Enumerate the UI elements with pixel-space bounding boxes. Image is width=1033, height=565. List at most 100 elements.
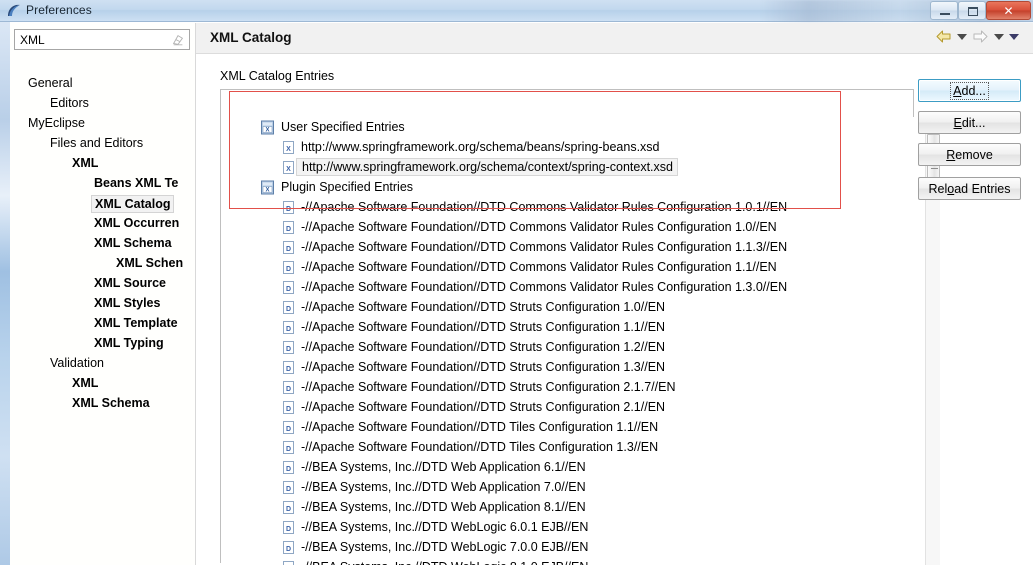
edit-button-suffix: dit... xyxy=(961,115,986,130)
dtd-entry-icon: D xyxy=(283,200,294,214)
catalog-entry-row[interactable]: X User Specified Entries xyxy=(232,117,924,137)
preferences-tree[interactable]: General Editors MyEclipse Files and Editors… xyxy=(10,56,195,561)
catalog-entry-row[interactable]: D -//Apache Software Foundation//DTD Comm… xyxy=(232,217,924,237)
minimize-button[interactable] xyxy=(930,1,958,20)
sidebar-item-label: General xyxy=(28,76,73,90)
sidebar-item-xml-schema[interactable]: XML Schema xyxy=(10,233,195,253)
sidebar-item-files-and-editors[interactable]: Files and Editors xyxy=(10,133,195,153)
catalog-entry-row[interactable]: D -//BEA Systems, Inc.//DTD Web Applicati… xyxy=(232,457,924,477)
view-menu-caret-icon[interactable] xyxy=(1009,33,1019,40)
sidebar-item-xml[interactable]: XML xyxy=(10,153,195,173)
forward-dropdown-caret-icon[interactable] xyxy=(994,33,1004,40)
catalog-entry-row[interactable]: D -//Apache Software Foundation//DTD Tile… xyxy=(232,437,924,457)
sidebar-item-label: XML Template xyxy=(94,316,178,330)
catalog-entry-label: http://www.springframework.org/schema/co… xyxy=(296,158,678,176)
catalog-entry-label: -//Apache Software Foundation//DTD Commo… xyxy=(301,280,788,294)
catalog-entry-row[interactable]: D -//Apache Software Foundation//DTD Stru… xyxy=(232,397,924,417)
sidebar-item-label: Beans XML Te xyxy=(94,176,179,190)
add-button-mnemonic: A xyxy=(953,83,962,98)
sidebar-item-label: Files and Editors xyxy=(50,136,144,150)
svg-text:D: D xyxy=(286,226,291,233)
maximize-button[interactable] xyxy=(958,1,986,20)
svg-text:D: D xyxy=(286,526,291,533)
catalog-entry-label: -//Apache Software Foundation//DTD Strut… xyxy=(301,360,666,374)
close-button[interactable]: ✕ xyxy=(986,1,1031,20)
svg-text:X: X xyxy=(265,127,269,133)
catalog-entry-label: -//Apache Software Foundation//DTD Tiles… xyxy=(301,420,659,434)
dtd-entry-icon: D xyxy=(283,440,294,454)
catalog-entry-row[interactable]: D -//BEA Systems, Inc.//DTD Web Applicati… xyxy=(232,477,924,497)
sidebar-item-label: XML xyxy=(72,376,99,390)
catalog-entry-row[interactable]: D -//Apache Software Foundation//DTD Stru… xyxy=(232,337,924,357)
sidebar-item-xml-occurren[interactable]: XML Occurren xyxy=(10,213,195,233)
sidebar-item-xml-source[interactable]: XML Source xyxy=(10,273,195,293)
add-button[interactable]: Add... xyxy=(918,79,1021,102)
catalog-entry-label: -//Apache Software Foundation//DTD Commo… xyxy=(301,200,788,214)
sidebar-item-label: XML Schema xyxy=(72,396,150,410)
sidebar-item-xml-schema[interactable]: XML Schema xyxy=(10,393,195,413)
catalog-entry-row[interactable]: D -//Apache Software Foundation//DTD Stru… xyxy=(232,357,924,377)
catalog-entry-row[interactable]: X Plugin Specified Entries xyxy=(232,177,924,197)
catalog-entry-row[interactable]: D -//Apache Software Foundation//DTD Comm… xyxy=(232,257,924,277)
sidebar-item-label: XML Occurren xyxy=(94,216,180,230)
sidebar-item-xml[interactable]: XML xyxy=(10,373,195,393)
catalog-entry-row[interactable]: D -//BEA Systems, Inc.//DTD WebLogic 7.0.… xyxy=(232,537,924,557)
remove-button[interactable]: Remove xyxy=(918,143,1021,166)
catalog-entries-list[interactable]: X User Specified Entries Xhttp://www.sprin… xyxy=(232,117,924,565)
catalog-entry-row[interactable]: D -//Apache Software Foundation//DTD Stru… xyxy=(232,317,924,337)
catalog-entry-row[interactable]: D -//Apache Software Foundation//DTD Comm… xyxy=(232,237,924,257)
filter-search-box[interactable] xyxy=(14,29,190,50)
sidebar-item-editors[interactable]: Editors xyxy=(10,93,195,113)
dtd-entry-icon: D xyxy=(283,340,294,354)
catalog-entry-row[interactable]: D -//Apache Software Foundation//DTD Tile… xyxy=(232,417,924,437)
sidebar-item-label: XML Typing xyxy=(94,336,164,350)
sidebar-item-label: MyEclipse xyxy=(28,116,85,130)
eclipse-icon xyxy=(8,4,20,16)
sidebar-item-beans-xml-te[interactable]: Beans XML Te xyxy=(10,173,195,193)
catalog-entry-row[interactable]: D -//BEA Systems, Inc.//DTD WebLogic 6.0.… xyxy=(232,517,924,537)
clear-filter-icon[interactable] xyxy=(171,33,185,47)
window-title: Preferences xyxy=(26,3,92,17)
catalog-entry-label: -//BEA Systems, Inc.//DTD Web Applicatio… xyxy=(301,500,586,514)
sidebar-item-xml-typing[interactable]: XML Typing xyxy=(10,333,195,353)
group-label: XML Catalog Entries xyxy=(220,69,335,83)
dtd-entry-icon: D xyxy=(283,320,294,334)
catalog-entry-label: -//BEA Systems, Inc.//DTD WebLogic 6.0.1… xyxy=(301,520,589,534)
catalog-entry-row[interactable]: D -//Apache Software Foundation//DTD Comm… xyxy=(232,277,924,297)
sidebar-item-xml-styles[interactable]: XML Styles xyxy=(10,293,195,313)
dtd-entry-icon: D xyxy=(283,220,294,234)
svg-text:D: D xyxy=(286,386,291,393)
catalog-entry-row[interactable]: D -//BEA Systems, Inc.//DTD Web Applicati… xyxy=(232,497,924,517)
catalog-entry-row[interactable]: D -//Apache Software Foundation//DTD Stru… xyxy=(232,377,924,397)
back-dropdown-caret-icon[interactable] xyxy=(957,33,967,40)
catalog-entry-row[interactable]: Xhttp://www.springframework.org/schema/b… xyxy=(232,137,924,157)
sidebar-item-xml-catalog[interactable]: XML Catalog xyxy=(10,193,195,213)
sidebar-item-validation[interactable]: Validation xyxy=(10,353,195,373)
sidebar-item-label: Editors xyxy=(50,96,89,110)
catalog-entry-label: -//Apache Software Foundation//DTD Strut… xyxy=(301,400,666,414)
svg-text:D: D xyxy=(286,326,291,333)
preferences-dialog: General Editors MyEclipse Files and Editors… xyxy=(10,23,1033,565)
edit-button[interactable]: Edit... xyxy=(918,111,1021,134)
sidebar-item-xml-schen[interactable]: XML Schen xyxy=(10,253,195,273)
back-arrow-icon[interactable] xyxy=(935,29,952,44)
catalog-entry-row[interactable]: Xhttp://www.springframework.org/schema/c… xyxy=(232,157,924,177)
page-navigation-toolbar xyxy=(935,29,1019,44)
sidebar-item-general[interactable]: General xyxy=(10,73,195,93)
entries-panel: X User Specified Entries Xhttp://www.sprin… xyxy=(220,89,940,565)
svg-text:D: D xyxy=(286,466,291,473)
svg-text:D: D xyxy=(286,486,291,493)
dtd-entry-icon: D xyxy=(283,400,294,414)
reload-entries-button[interactable]: Reload Entries xyxy=(918,177,1021,200)
catalog-entry-row[interactable]: D -//Apache Software Foundation//DTD Comm… xyxy=(232,197,924,217)
svg-text:D: D xyxy=(286,306,291,313)
remove-button-mnemonic: R xyxy=(946,147,956,162)
remove-button-suffix: emove xyxy=(955,147,993,162)
sidebar-item-myeclipse[interactable]: MyEclipse xyxy=(10,113,195,133)
catalog-entry-row[interactable]: D -//Apache Software Foundation//DTD Stru… xyxy=(232,297,924,317)
catalog-entry-row[interactable]: D-//BEA Systems, Inc.//DTD WebLogic 8.1.… xyxy=(232,557,924,565)
search-input[interactable] xyxy=(18,32,164,48)
dtd-entry-icon: D xyxy=(283,500,294,514)
catalog-entry-label: -//Apache Software Foundation//DTD Commo… xyxy=(301,220,777,234)
sidebar-item-xml-template[interactable]: XML Template xyxy=(10,313,195,333)
